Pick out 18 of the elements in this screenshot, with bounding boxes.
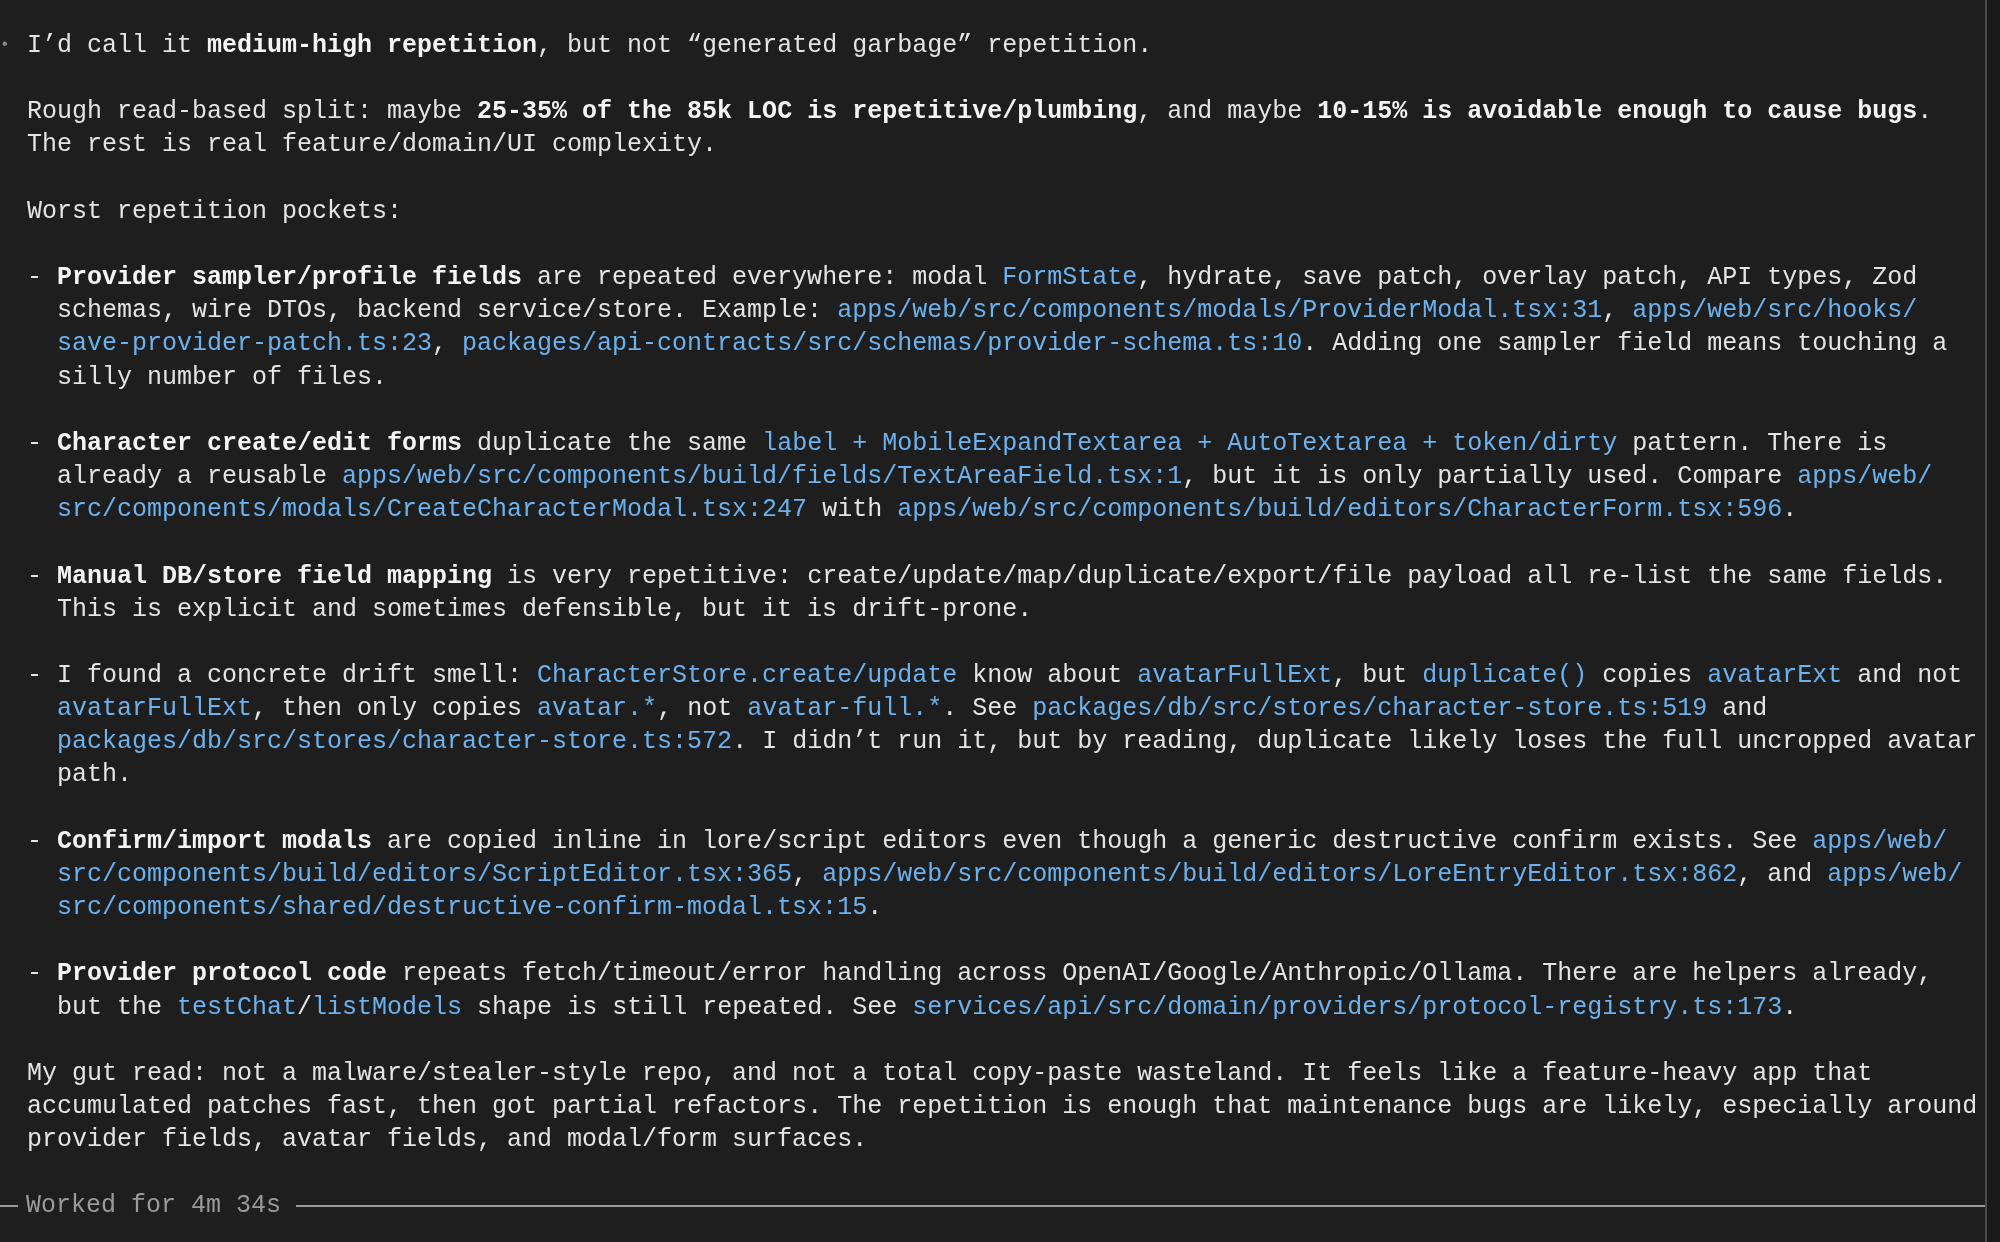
bullet-marker: -	[27, 560, 43, 593]
bullet-marker: -	[27, 825, 43, 858]
list-item-text: Provider protocol code repeats fetch/timeout/error handling across OpenAI/Google/Anthropic/Ollama. There are helpers already, but the testChat/listModels shape is still repeated. See services/api/src/domain/providers/protocol-registry.ts:173.	[57, 958, 1933, 1024]
paragraph: Worst repetition pockets:	[27, 195, 404, 228]
paragraph: I’d call it medium-high repetition, but not “generated garbage” repetition.	[27, 30, 1154, 62]
list-item-text: Confirm/import modals are copied inline in lore/script editors even though a generic destructive confirm exists. See apps/web/ src/components/build/editors/ScriptEditor.tsx:365, apps/web/src/components/build/editors/LoreEntryEditor.tsx:862, and apps/web/ src/components/shared/destructive-confirm-modal.tsx:15.	[57, 825, 1963, 925]
paragraph: My gut read: not a malware/stealer-style repo, and not a total copy-paste wasteland. It feels like a feature-heavy app that accumulated patches fast, then got partial refactors. The repetition is enough that maintenance bugs are likely, especially around provider fields, avatar fields, and modal/form surfaces.	[27, 1057, 1979, 1157]
paragraph: Rough read-based split: maybe 25-35% of the 85k LOC is repetitive/plumbing, and maybe 10-15% is avoidable enough to cause bugs. The rest is real feature/domain/UI complexity.	[27, 96, 1934, 162]
bullet-marker: -	[27, 427, 43, 460]
bullet-marker: -	[27, 262, 43, 295]
bullet-marker: -	[27, 958, 43, 991]
bullet-marker: -	[27, 659, 43, 692]
message-dot: •	[0, 35, 11, 56]
list-item-text: Manual DB/store field mapping is very repetitive: create/update/map/duplicate/export/file payload all re-list the same fields. This is explicit and sometimes defensible, but it is drift-prone.	[57, 560, 1948, 626]
list-item-text: Provider sampler/profile fields are repeated everywhere: modal FormState, hydrate, save patch, overlay patch, API types, Zod schemas, wire DTOs, backend service/store. Example: apps/web/src/components/modals/ProviderModal.tsx:31, apps/web/src/hooks/ save-provider-patch.ts:23, packages/api-contracts/src/schemas/provider-schema.ts:10. Adding one sampler field means touching a silly number of files.	[57, 262, 1948, 394]
list-item-text: Character create/edit forms duplicate the same label + MobileExpandTextarea + AutoTextarea + token/dirty pattern. There is already a reusable apps/web/src/components/build/fields/TextAreaField.tsx:1, but it is only partially used. Compare apps/web/ src/components/modals/CreateCharacterModal.tsx:247 with apps/web/src/components/build/editors/CharacterForm.tsx:596.	[57, 427, 1933, 527]
list-item-text: I found a concrete drift smell: CharacterStore.create/update know about avatarFullExt, but duplicate() copies avatarExt and not avatarFullExt, then only copies avatar.*, not avatar-full.*. See packages/db/src/stores/character-store.ts:519 and packages/db/src/stores/character-store.ts:572. I didn’t run it, but by reading, duplicate likely loses the full uncropped avatar path.	[57, 659, 1978, 792]
status-text: Worked for 4m 34s	[25, 1190, 283, 1223]
